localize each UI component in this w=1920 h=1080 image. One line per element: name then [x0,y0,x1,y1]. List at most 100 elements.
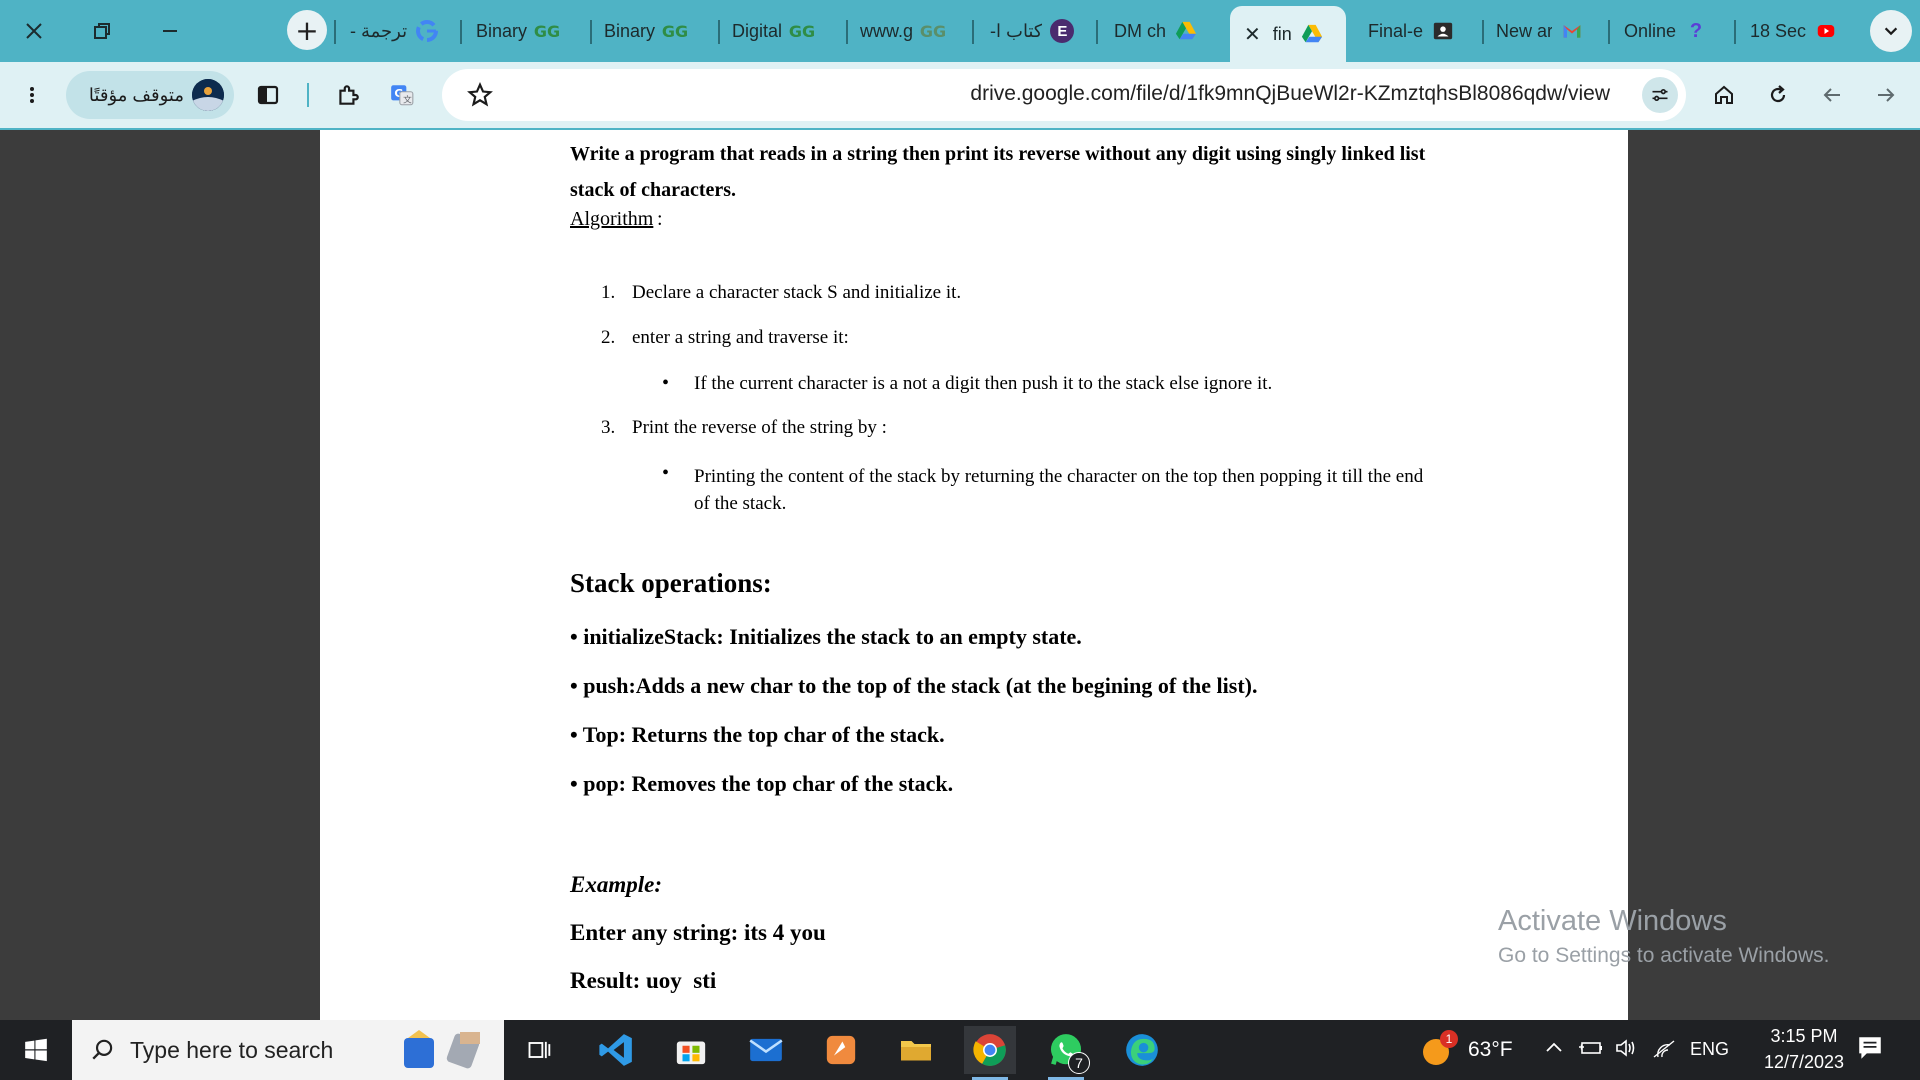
start-button[interactable] [12,1030,60,1070]
new-tab-button[interactable]: + [287,10,327,50]
kebab-menu-icon [30,87,34,103]
notification-icon [1859,1037,1881,1059]
input-language-label[interactable]: ENG [1690,1039,1729,1060]
taskbar-search-box[interactable]: Type here to search [72,1020,504,1080]
tab-youtube[interactable]: 18 Sec [1750,8,1856,54]
step-number: 3. [601,417,616,438]
home-button[interactable] [1706,77,1742,113]
back-button[interactable] [1814,77,1850,113]
tab-new-ar[interactable]: New ar [1496,8,1596,54]
tab-www[interactable]: www.g GG [860,8,970,54]
show-hidden-icons-button[interactable] [1544,1038,1564,1063]
notification-center-button[interactable] [1856,1034,1884,1067]
volume-icon[interactable] [1614,1037,1638,1064]
operation-item: • push:Adds a new char to the top of the… [570,673,1258,698]
tab-final-active[interactable]: ✕ fin [1230,6,1346,62]
reload-icon [1770,85,1786,103]
avatar [192,79,224,111]
vscode-taskbar-button[interactable] [590,1026,642,1074]
file-explorer-taskbar-button[interactable] [890,1026,942,1074]
whatsapp-taskbar-button[interactable]: 7 [1040,1026,1092,1080]
minimize-window-button[interactable] [136,0,204,62]
edge-taskbar-button[interactable] [1116,1026,1168,1074]
operation-item: • Top: Returns the top char of the stack… [570,722,945,747]
step-text: Print the reverse of the string by : [632,417,887,438]
site-settings-button[interactable] [1642,77,1678,113]
restore-icon [94,23,110,39]
tab-title: كتاب ا- [990,20,1043,41]
chevron-up-icon [1546,1042,1562,1052]
temperature-label[interactable]: 63°F [1468,1038,1513,1062]
windows-taskbar: Type here to search 7 1 63°F ENG 3:15 PM… [0,1020,1920,1080]
tab-title: Digital [732,20,783,41]
example-input-line: Enter any string: its 4 you [570,920,826,945]
search-icon [92,1039,113,1060]
step-text: Declare a character stack S and initiali… [632,282,962,303]
youtube-icon [1814,19,1838,43]
chrome-taskbar-button[interactable] [964,1026,1016,1080]
contact-icon [1431,19,1455,43]
slides-app-taskbar-button[interactable] [815,1026,867,1074]
algorithm-heading: Algorithm [570,208,654,230]
clock-time[interactable]: 3:15 PM [1754,1026,1854,1047]
tab-title: Binary [604,20,656,41]
google-drive-icon [1174,19,1198,43]
geeksforgeeks-icon: GG [533,21,561,41]
watermark-subtitle: Go to Settings to activate Windows. [1498,944,1830,967]
browser-menu-button[interactable] [14,77,50,113]
windows-logo-icon [25,1038,47,1062]
tab-title: 18 Sec [1750,20,1806,41]
tab-translate[interactable]: ترجمة - [350,8,450,54]
bookmark-star-button[interactable] [462,77,498,113]
address-bar[interactable]: drive.google.com/file/d/1fk9mnQjBueWl2r-… [442,69,1686,121]
watermark-title: Activate Windows [1498,905,1727,937]
weather-widget[interactable]: 1 [1420,1030,1458,1068]
file-explorer-icon [901,1041,931,1061]
bullet: • [662,462,670,484]
tab-separator [1734,20,1736,44]
plus-icon: + [295,13,319,47]
search-placeholder: Type here to search [130,1036,334,1063]
tab-online[interactable]: Online ? [1624,8,1724,54]
mail-taskbar-button[interactable] [740,1026,792,1074]
close-tab-icon[interactable]: ✕ [1244,22,1261,46]
tab-book[interactable]: كتاب ا- E [990,8,1092,54]
slides-app-icon [826,1035,856,1065]
clock-date[interactable]: 12/7/2023 [1744,1052,1864,1073]
tab-search-button[interactable] [1870,10,1912,52]
tab-title: Binary [476,20,528,41]
tab-digital[interactable]: Digital GG [732,8,844,54]
document-viewer[interactable]: Write a program that reads in a string t… [0,130,1920,1020]
profile-button[interactable]: متوقف مؤقتًا [66,71,234,119]
wifi-icon[interactable] [1652,1037,1676,1064]
google-translate-button[interactable]: G文 [384,77,420,113]
mail-icon [749,1038,783,1062]
microsoft-store-taskbar-button[interactable] [665,1026,717,1074]
tab-title: Online [1624,20,1677,41]
translate-icon: G文 [391,85,414,106]
tab-title: ترجمة - [350,20,408,41]
example-result-line: Result: uoy sti [570,968,717,993]
tab-final-e[interactable]: Final-e [1368,8,1472,54]
tab-dm[interactable]: DM ch [1114,8,1214,54]
side-panel-button[interactable] [250,77,286,113]
tab-separator [460,20,462,44]
operation-item: • pop: Removes the top char of the stack… [570,771,954,796]
url-text[interactable]: drive.google.com/file/d/1fk9mnQjBueWl2r-… [970,82,1610,106]
tab-binary-2[interactable]: Binary GG [604,8,714,54]
tab-separator [846,20,848,44]
reload-button[interactable] [1760,77,1796,113]
restore-window-button[interactable] [68,0,136,62]
task-view-button[interactable] [514,1026,566,1074]
forward-button[interactable] [1868,77,1904,113]
tab-separator [1482,20,1484,44]
search-highlight-icon [398,1028,494,1077]
extensions-button[interactable] [330,77,366,113]
tab-title: New ar [1496,20,1552,41]
tab-binary-1[interactable]: Binary GG [476,8,586,54]
gmail-icon [1560,19,1584,43]
star-icon [467,82,493,107]
close-window-button[interactable] [0,0,68,62]
tab-separator [590,20,592,44]
battery-icon[interactable] [1578,1038,1604,1063]
